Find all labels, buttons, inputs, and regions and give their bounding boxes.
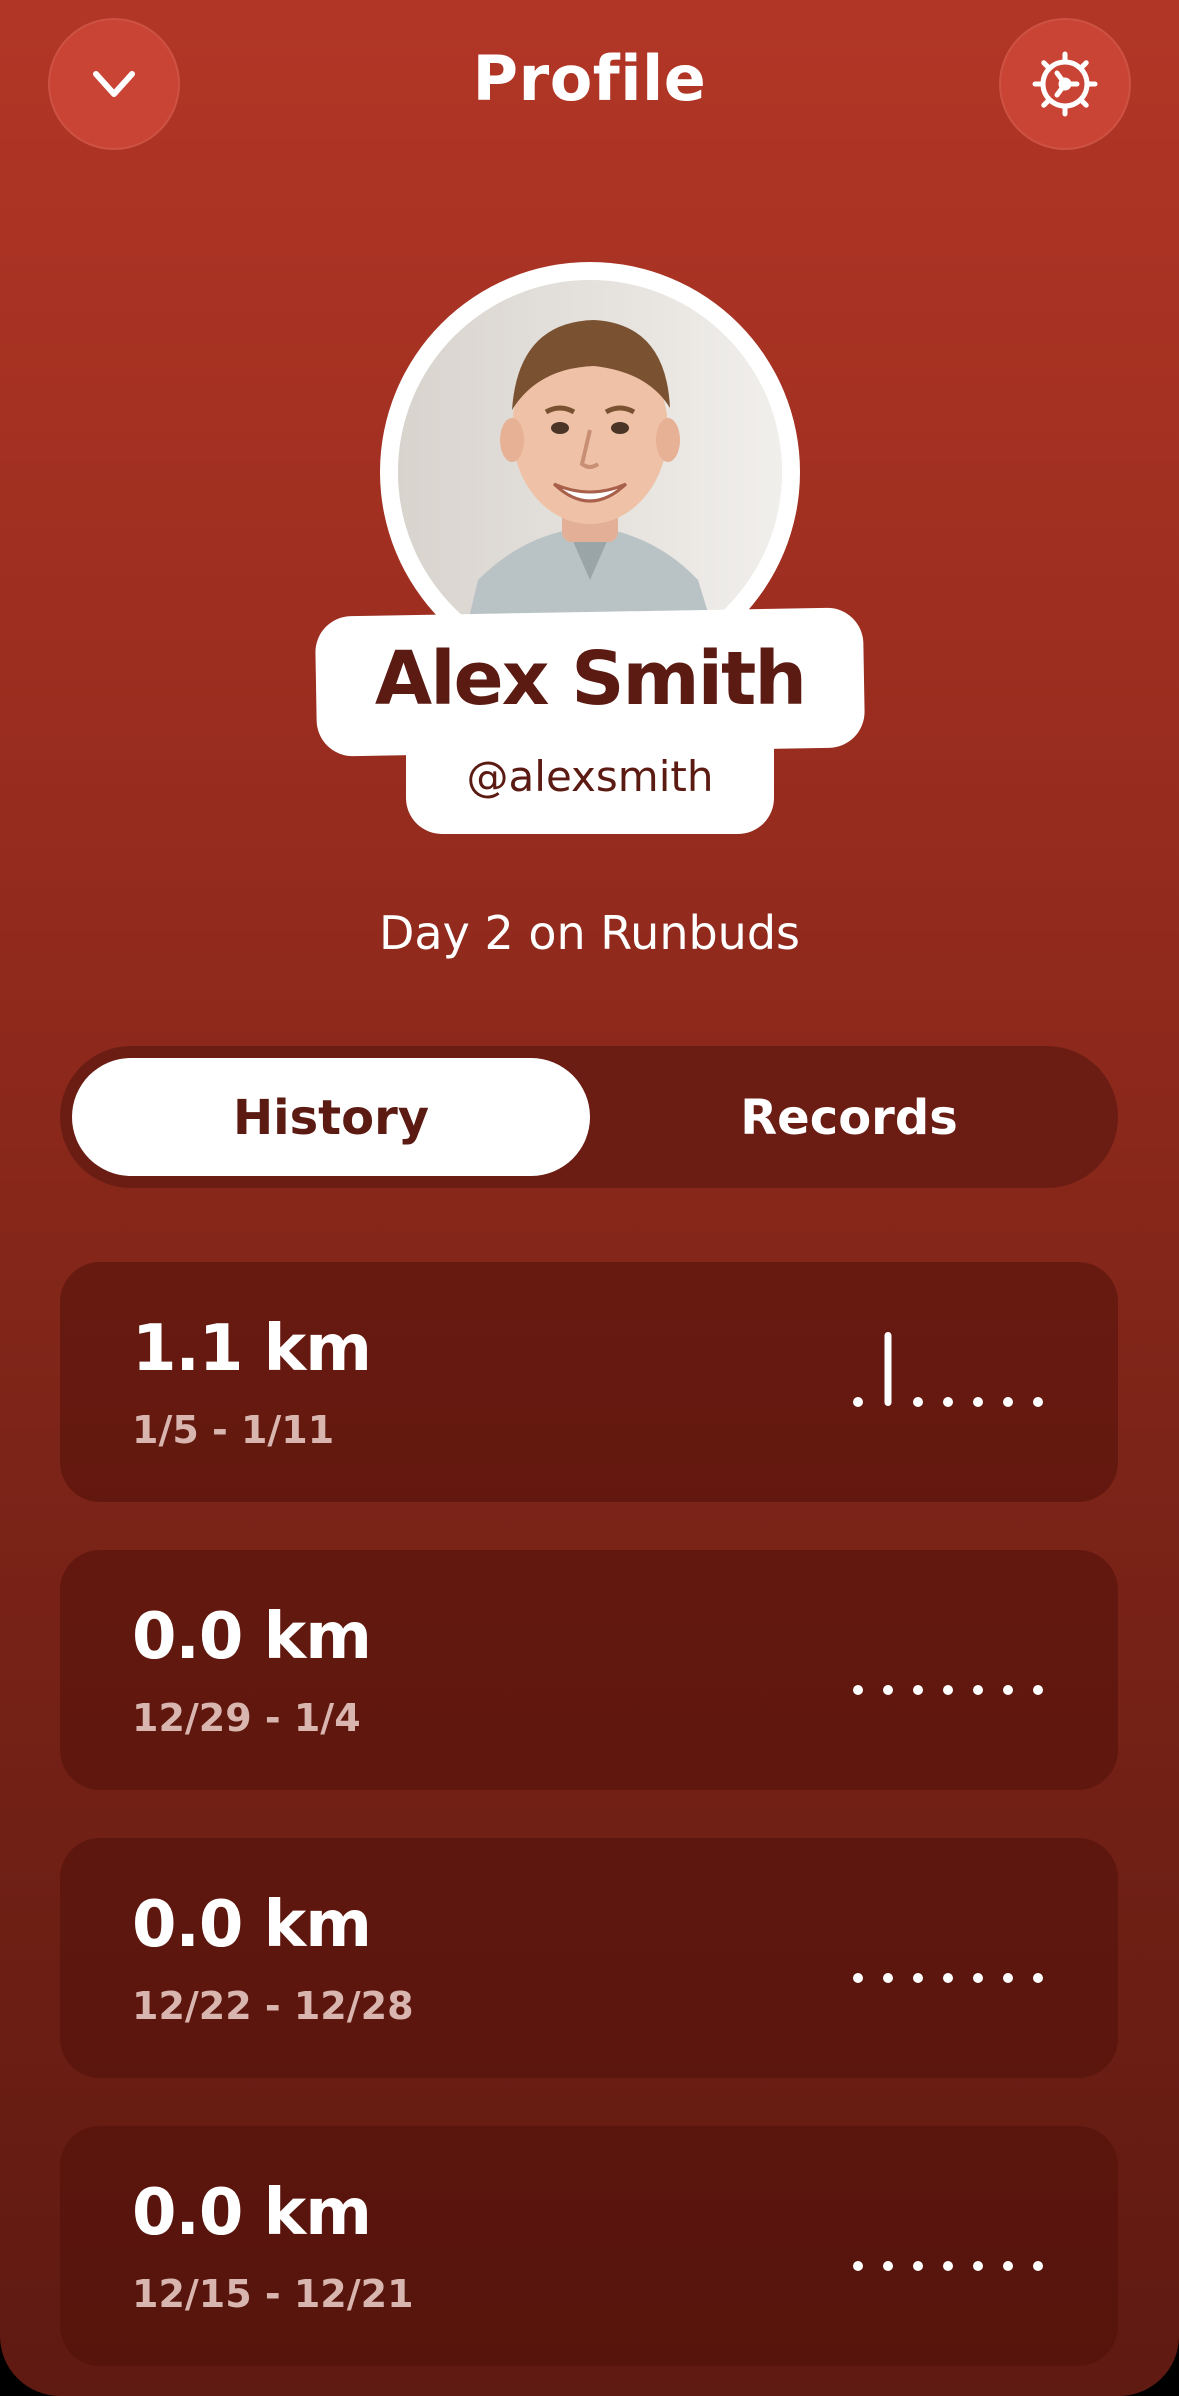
profile-screen: Profile Alex Smith @alexsmith Day 2 on R… [0, 0, 1179, 2396]
settings-button[interactable] [999, 18, 1131, 150]
profile-handle: @alexsmith [466, 752, 714, 801]
tab-history[interactable]: History [72, 1090, 590, 1146]
day-dot [1033, 1397, 1043, 1407]
history-card[interactable]: 0.0 km 12/22 - 12/28 [60, 1838, 1118, 2078]
day-bar [884, 1332, 892, 1406]
day-dot [913, 1973, 923, 1983]
week-distance: 0.0 km [132, 1600, 372, 1674]
week-range: 1/5 - 1/11 [132, 1408, 335, 1452]
history-card[interactable]: 0.0 km 12/29 - 1/4 [60, 1550, 1118, 1790]
day-dot [853, 1973, 863, 1983]
day-dot [973, 1973, 983, 1983]
week-range: 12/22 - 12/28 [132, 1984, 414, 2028]
day-dot [943, 1973, 953, 1983]
tab-records[interactable]: Records [590, 1090, 1108, 1146]
weekly-activity-chart [853, 1332, 1043, 1407]
day-dot [1003, 1973, 1013, 1983]
day-dot [1003, 1685, 1013, 1695]
week-distance: 0.0 km [132, 1888, 372, 1962]
day-dot [1003, 2261, 1013, 2271]
week-range: 12/29 - 1/4 [132, 1696, 361, 1740]
day-dot [1033, 2261, 1043, 2271]
day-dot [853, 1685, 863, 1695]
day-dot [883, 1973, 893, 1983]
day-dot [973, 1397, 983, 1407]
avatar-photo [398, 280, 782, 664]
weekly-activity-chart [853, 1973, 1043, 1983]
day-dot [913, 2261, 923, 2271]
day-dot [1033, 1973, 1043, 1983]
week-distance: 1.1 km [132, 1312, 372, 1386]
day-dot [883, 1685, 893, 1695]
weekly-activity-chart [853, 2261, 1043, 2271]
day-dot [943, 2261, 953, 2271]
day-dot [853, 1397, 863, 1407]
weekly-activity-chart [853, 1685, 1043, 1695]
day-dot [973, 2261, 983, 2271]
profile-name: Alex Smith [374, 636, 807, 722]
day-dot [1033, 1685, 1043, 1695]
gear-icon [1032, 51, 1098, 117]
day-dot [913, 1685, 923, 1695]
day-dot [883, 2261, 893, 2271]
day-dot [1003, 1397, 1013, 1407]
day-dot [943, 1397, 953, 1407]
week-distance: 0.0 km [132, 2176, 372, 2250]
day-dot [943, 1685, 953, 1695]
history-card[interactable]: 0.0 km 12/15 - 12/21 [60, 2126, 1118, 2366]
day-dot [913, 1397, 923, 1407]
day-dot [853, 2261, 863, 2271]
history-card[interactable]: 1.1 km 1/5 - 1/11 [60, 1262, 1118, 1502]
day-dot [973, 1685, 983, 1695]
week-range: 12/15 - 12/21 [132, 2272, 414, 2316]
streak-text: Day 2 on Runbuds [379, 906, 800, 960]
